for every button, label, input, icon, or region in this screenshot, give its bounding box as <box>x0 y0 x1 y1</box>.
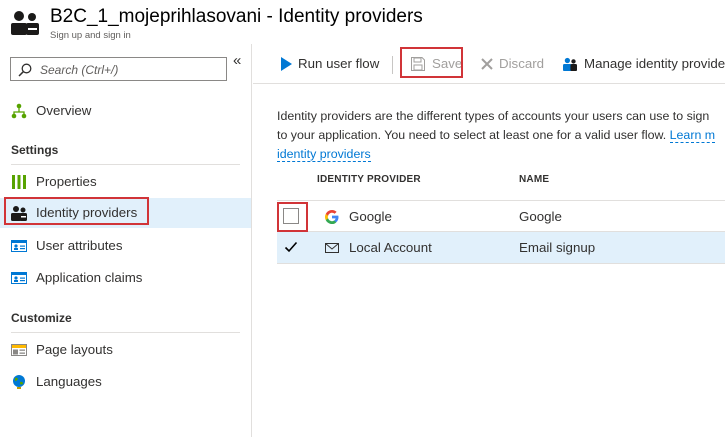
identity-providers-icon <box>563 57 577 71</box>
highlight-box <box>400 47 463 78</box>
google-icon <box>325 210 339 224</box>
search-placeholder: Search (Ctrl+/) <box>40 63 119 77</box>
table-row[interactable]: Google Google <box>277 200 725 232</box>
sidebar-item-page-layouts[interactable]: Page layouts <box>0 335 251 365</box>
provider-cell: Local Account <box>349 240 432 255</box>
search-icon <box>18 63 32 77</box>
sidebar-item-label: User attributes <box>36 238 123 253</box>
user-attributes-icon <box>11 240 27 252</box>
description-text: Identity providers are the different typ… <box>277 107 725 164</box>
globe-icon <box>13 375 25 389</box>
command-bar: Run user flow Save Discard Manage identi… <box>253 44 725 84</box>
manage-identity-providers-button[interactable]: Manage identity provide <box>563 51 725 77</box>
sidebar-item-label: Application claims <box>36 270 143 285</box>
play-icon <box>281 57 292 71</box>
table-row[interactable]: Local Account Email signup <box>277 232 725 264</box>
desc-line: to your application. You need to select … <box>277 128 667 142</box>
discard-label: Discard <box>499 56 545 71</box>
mail-icon <box>325 243 339 253</box>
page-subtitle: Sign up and sign in <box>50 30 131 41</box>
sidebar-item-label: Page layouts <box>36 342 113 357</box>
page-header: B2C_1_mojeprihlasovani - Identity provid… <box>0 0 725 44</box>
column-header-name[interactable]: NAME <box>519 174 549 185</box>
toolbar-separator <box>392 56 393 74</box>
learn-more-link[interactable]: Learn m <box>669 128 716 143</box>
sidebar-item-application-claims[interactable]: Application claims <box>0 263 251 293</box>
provider-cell: Google <box>349 209 392 224</box>
local-account-checkbox[interactable] <box>283 239 299 255</box>
run-user-flow-label: Run user flow <box>298 56 380 71</box>
sidebar-item-label: Languages <box>36 374 102 389</box>
sidebar-item-label: Properties <box>36 174 97 189</box>
name-cell: Google <box>519 209 562 224</box>
manage-label: Manage identity provide <box>584 56 725 71</box>
sidebar-item-overview[interactable]: Overview <box>0 96 251 126</box>
desc-line: Identity providers are the different typ… <box>277 109 710 123</box>
highlight-box <box>4 197 149 225</box>
sidebar: Search (Ctrl+/) « Overview Settings Prop… <box>0 44 252 437</box>
section-divider <box>11 164 240 165</box>
discard-button[interactable]: Discard <box>480 51 545 77</box>
sidebar-item-languages[interactable]: Languages <box>0 367 251 397</box>
section-divider <box>11 332 240 333</box>
identity-app-icon <box>11 11 39 35</box>
column-header-provider[interactable]: IDENTITY PROVIDER <box>317 174 421 185</box>
overview-icon <box>11 103 27 119</box>
sidebar-item-user-attributes[interactable]: User attributes <box>0 231 251 261</box>
run-user-flow-button[interactable]: Run user flow <box>279 51 379 77</box>
page-layouts-icon <box>11 344 27 356</box>
close-icon <box>481 58 493 70</box>
collapse-sidebar-button[interactable]: « <box>233 52 241 69</box>
highlight-box <box>277 202 308 232</box>
sidebar-item-properties[interactable]: Properties <box>0 167 251 197</box>
identity-providers-link[interactable]: identity providers <box>277 147 371 162</box>
search-input[interactable]: Search (Ctrl+/) <box>10 57 227 81</box>
sidebar-item-label: Overview <box>36 103 92 118</box>
application-claims-icon <box>11 272 27 284</box>
page-title: B2C_1_mojeprihlasovani - Identity provid… <box>50 6 423 27</box>
section-settings: Settings <box>11 143 59 157</box>
name-cell: Email signup <box>519 240 596 255</box>
section-customize: Customize <box>11 311 72 325</box>
properties-icon <box>12 175 26 189</box>
